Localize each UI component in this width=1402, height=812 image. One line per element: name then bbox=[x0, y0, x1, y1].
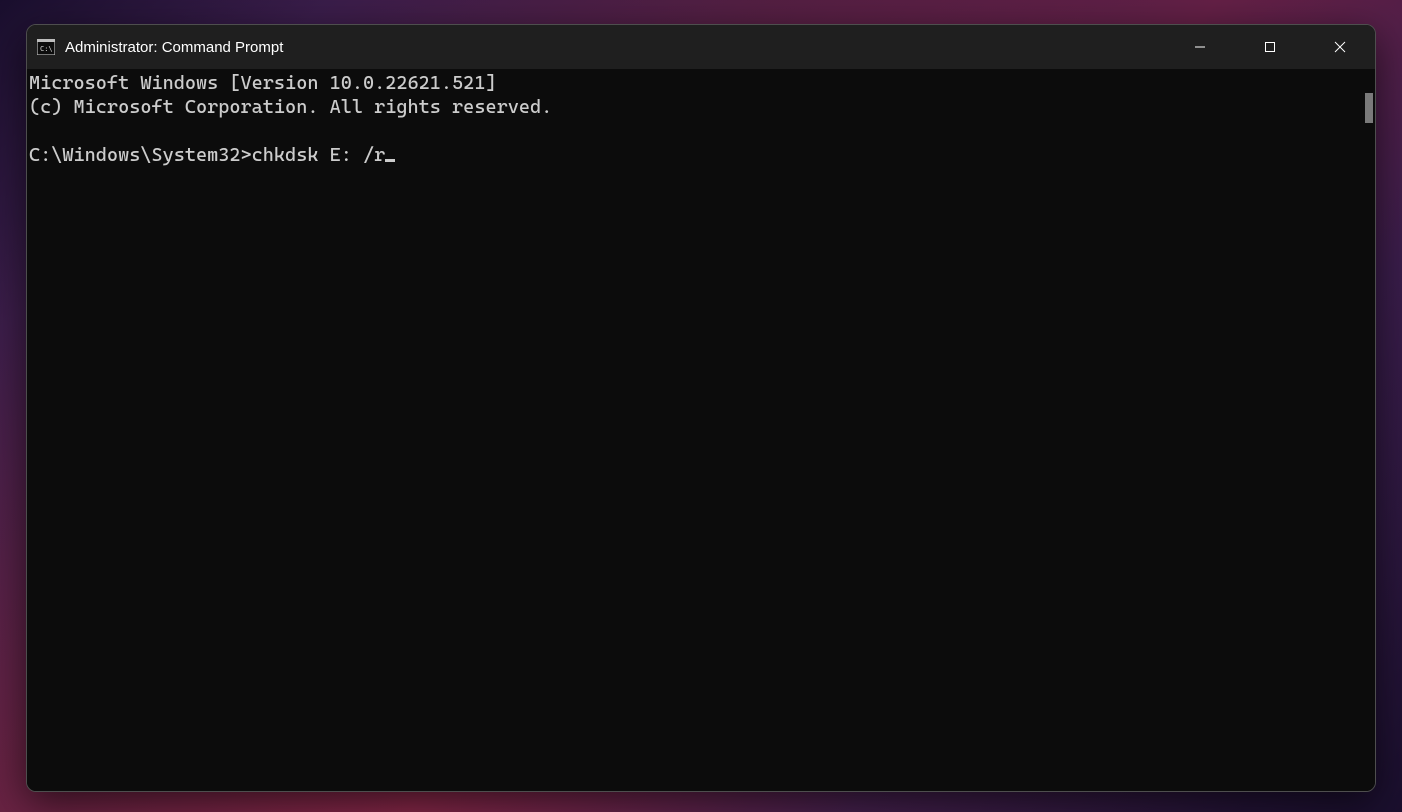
terminal-area[interactable]: Microsoft Windows [Version 10.0.22621.52… bbox=[27, 69, 1375, 791]
close-icon bbox=[1334, 41, 1346, 53]
terminal-prompt: C:\Windows\System32> bbox=[29, 144, 252, 166]
terminal-header-line-1: Microsoft Windows [Version 10.0.22621.52… bbox=[29, 72, 497, 94]
vertical-scrollbar-thumb[interactable] bbox=[1365, 93, 1373, 123]
close-button[interactable] bbox=[1305, 25, 1375, 69]
minimize-icon bbox=[1194, 41, 1206, 53]
minimize-button[interactable] bbox=[1165, 25, 1235, 69]
titlebar-left: C:\ Administrator: Command Prompt bbox=[27, 39, 1165, 56]
terminal-header-line-2: (c) Microsoft Corporation. All rights re… bbox=[29, 96, 552, 118]
svg-text:C:\: C:\ bbox=[40, 45, 53, 53]
window-title: Administrator: Command Prompt bbox=[65, 39, 283, 56]
window-controls bbox=[1165, 25, 1375, 69]
command-prompt-icon: C:\ bbox=[37, 39, 55, 55]
command-prompt-window: C:\ Administrator: Command Prompt bbox=[26, 24, 1376, 792]
titlebar[interactable]: C:\ Administrator: Command Prompt bbox=[27, 25, 1375, 69]
maximize-icon bbox=[1264, 41, 1276, 53]
text-cursor bbox=[385, 159, 395, 162]
maximize-button[interactable] bbox=[1235, 25, 1305, 69]
terminal-content: Microsoft Windows [Version 10.0.22621.52… bbox=[29, 71, 1375, 167]
terminal-command-input[interactable]: chkdsk E: /r bbox=[252, 144, 386, 166]
